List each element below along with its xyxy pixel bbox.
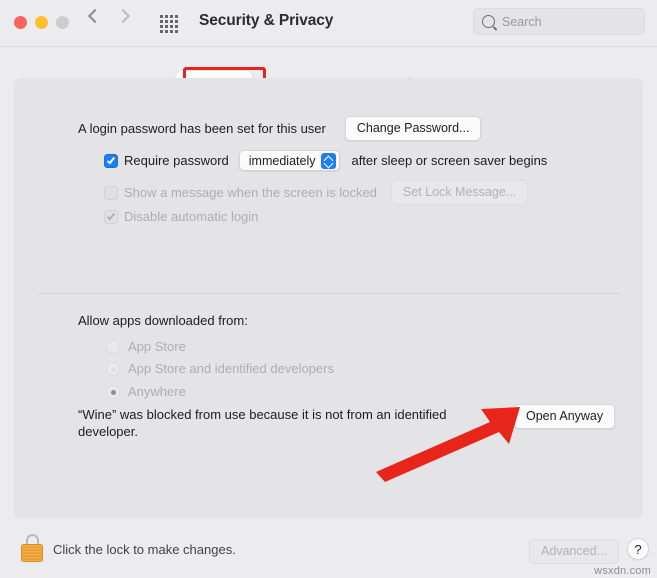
require-password-label: Require password (124, 153, 229, 168)
window-toolbar: Security & Privacy (0, 0, 657, 47)
blocked-app-message: “Wine” was blocked from use because it i… (78, 407, 447, 439)
forward-chevron-icon[interactable] (115, 8, 131, 24)
lock-icon[interactable] (21, 534, 43, 562)
require-password-delay-popup[interactable]: immediately (238, 150, 341, 171)
radio-anywhere-icon[interactable] (106, 384, 120, 399)
gatekeeper-option-label: App Store (128, 339, 186, 354)
close-button[interactable] (14, 16, 27, 29)
minimize-button[interactable] (35, 16, 48, 29)
chevron-updown-icon[interactable] (321, 152, 337, 169)
login-password-status-text: A login password has been set for this u… (78, 121, 326, 136)
gatekeeper-heading-row: Allow apps downloaded from: (78, 313, 248, 328)
search-field[interactable] (473, 8, 645, 35)
require-password-delay-value: immediately (248, 153, 316, 168)
show-lock-message-label: Show a message when the screen is locked (124, 185, 377, 200)
traffic-light-group (14, 16, 69, 29)
gatekeeper-option-label: Anywhere (128, 384, 186, 399)
set-lock-message-button[interactable]: Set Lock Message... (390, 180, 529, 205)
gatekeeper-option-anywhere[interactable]: Anywhere (106, 384, 186, 399)
lock-hint-text: Click the lock to make changes. (53, 542, 236, 557)
advanced-button[interactable]: Advanced... (528, 539, 619, 564)
require-password-row: Require password immediately after sleep… (104, 150, 547, 171)
radio-app-store-icon[interactable] (106, 339, 120, 354)
checkmark-icon (106, 155, 116, 164)
gatekeeper-option-app-store-and-identified-developers[interactable]: App Store and identified developers (106, 361, 334, 376)
require-password-checkbox[interactable] (104, 153, 118, 168)
general-pane: A login password has been set for this u… (14, 78, 643, 518)
checkmark-icon (106, 211, 116, 220)
system-preferences-window: Security & Privacy General FileVault Fir… (0, 0, 657, 578)
help-button[interactable]: ? (627, 538, 649, 560)
show-all-preferences-grid-icon[interactable] (160, 15, 178, 33)
login-password-status-row: A login password has been set for this u… (78, 116, 482, 141)
open-anyway-button[interactable]: Open Anyway (514, 404, 616, 429)
disable-auto-login-checkbox[interactable] (104, 209, 118, 224)
show-lock-message-checkbox[interactable] (104, 185, 118, 200)
disable-auto-login-row: Disable automatic login (104, 209, 258, 224)
padlock-body (21, 544, 43, 562)
gatekeeper-option-app-store[interactable]: App Store (106, 339, 186, 354)
search-input[interactable] (502, 14, 632, 29)
gatekeeper-heading: Allow apps downloaded from: (78, 313, 248, 328)
section-divider (38, 293, 619, 294)
gatekeeper-option-label: App Store and identified developers (128, 361, 334, 376)
require-password-suffix-label: after sleep or screen saver begins (351, 153, 548, 168)
disable-auto-login-label: Disable automatic login (124, 209, 259, 224)
navigation-arrows (87, 8, 131, 24)
search-icon (482, 15, 495, 28)
back-chevron-icon[interactable] (87, 8, 103, 24)
radio-app-store-identified-developers-icon[interactable] (106, 361, 120, 376)
watermark: wsxdn.com (594, 565, 651, 577)
show-lock-message-row: Show a message when the screen is locked… (104, 180, 529, 205)
change-password-button[interactable]: Change Password... (344, 116, 482, 141)
zoom-button[interactable] (56, 16, 69, 29)
window-title: Security & Privacy (199, 12, 334, 29)
